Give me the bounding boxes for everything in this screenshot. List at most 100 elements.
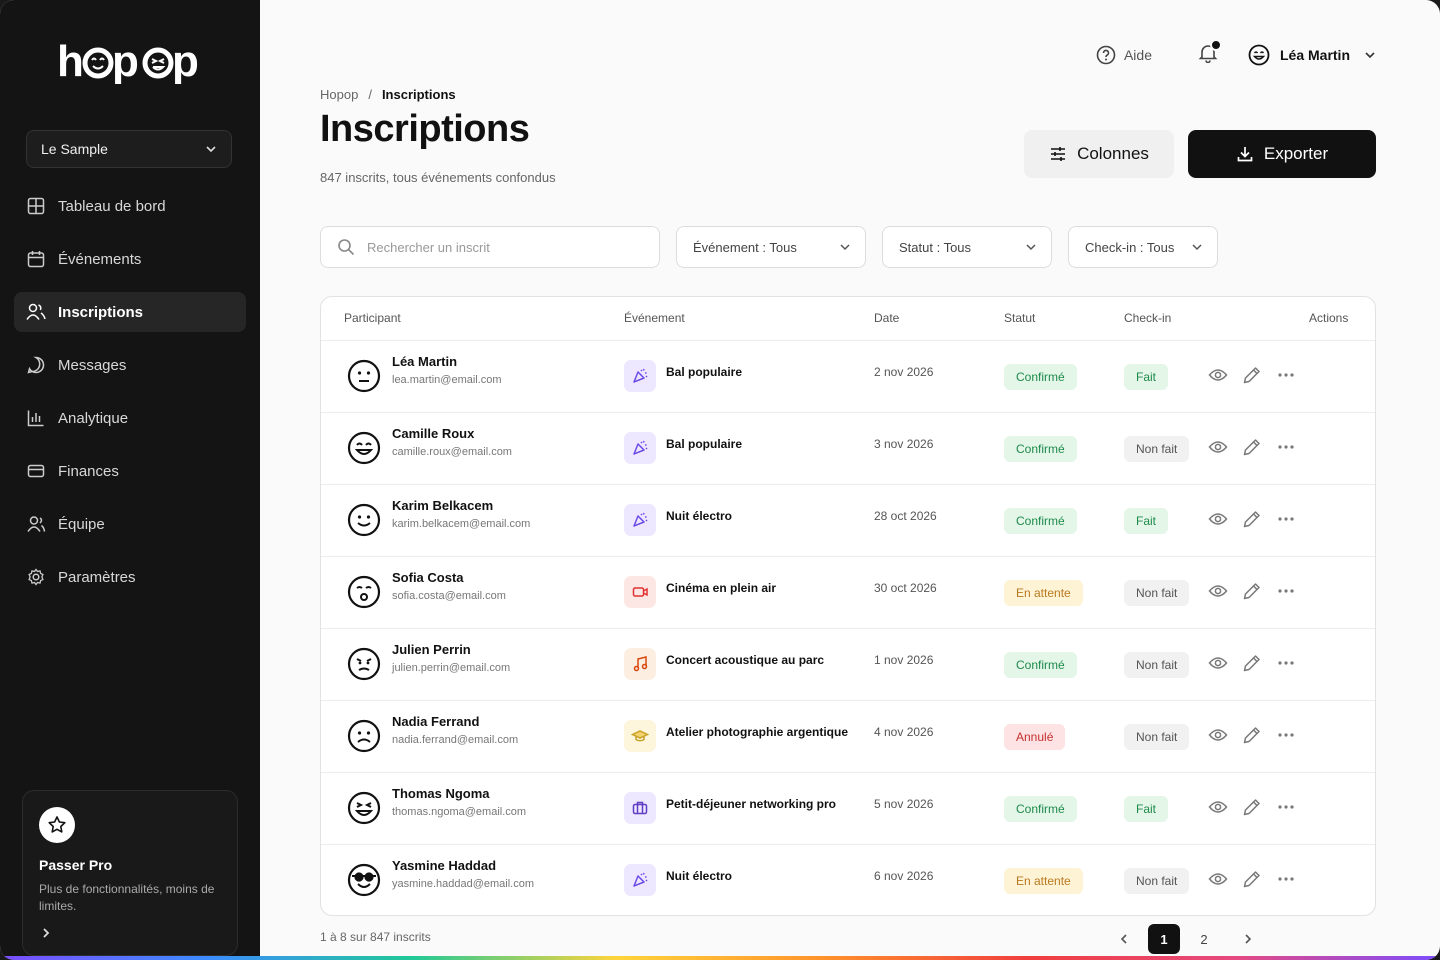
checkin-badge[interactable]: Non fait — [1124, 436, 1190, 462]
edit-pencil-icon[interactable] — [1242, 509, 1262, 529]
event-filter-select[interactable]: Événement : Tous — [676, 226, 866, 268]
column-header-event[interactable]: Événement — [624, 311, 685, 325]
event-name[interactable]: Atelier photographie argentique — [666, 725, 848, 739]
checkin-badge[interactable]: Non fait — [1124, 652, 1190, 678]
edit-pencil-icon[interactable] — [1242, 653, 1262, 673]
checkin-badge[interactable]: Fait — [1124, 796, 1169, 822]
checkin-badge[interactable]: Fait — [1124, 508, 1169, 534]
view-eye-icon[interactable] — [1208, 725, 1228, 745]
participant-name[interactable]: Nadia Ferrand — [392, 714, 479, 729]
registration-date: 2 nov 2026 — [874, 365, 934, 379]
chevron-left-icon — [1120, 934, 1127, 944]
view-eye-icon[interactable] — [1208, 653, 1228, 673]
sidebar-item-parametres[interactable]: Paramètres — [14, 557, 246, 597]
chevron-down-icon — [840, 244, 850, 251]
next-page-button[interactable] — [1236, 924, 1260, 954]
edit-pencil-icon[interactable] — [1242, 797, 1262, 817]
page-button-1[interactable]: 1 — [1148, 924, 1180, 954]
view-eye-icon[interactable] — [1208, 581, 1228, 601]
upgrade-promo-card[interactable]: Passer Pro Plus de fonctionnalités, moin… — [22, 790, 238, 956]
edit-pencil-icon[interactable] — [1242, 365, 1262, 385]
edit-pencil-icon[interactable] — [1242, 869, 1262, 889]
rainbow-bottom-bar — [0, 956, 1440, 960]
checkin-filter-select[interactable]: Check-in : Tous — [1068, 226, 1218, 268]
more-options-icon[interactable] — [1276, 437, 1296, 457]
sidebar-item-tableau-de-bord[interactable]: Tableau de bord — [14, 186, 246, 226]
view-eye-icon[interactable] — [1208, 509, 1228, 529]
event-name[interactable]: Cinéma en plein air — [666, 581, 776, 595]
edit-pencil-icon[interactable] — [1242, 581, 1262, 601]
more-options-icon[interactable] — [1276, 653, 1296, 673]
notification-dot — [1209, 38, 1222, 51]
status-filter-select[interactable]: Statut : Tous — [882, 226, 1052, 268]
view-eye-icon[interactable] — [1208, 869, 1228, 889]
participant-name[interactable]: Léa Martin — [392, 354, 457, 369]
table-row[interactable]: Nadia Ferrand nadia.ferrand@email.com Atel… — [321, 701, 1375, 773]
search-input[interactable] — [367, 239, 627, 255]
table-row[interactable]: Camille Roux camille.roux@email.com Bal po… — [321, 413, 1375, 485]
view-eye-icon[interactable] — [1208, 437, 1228, 457]
checkin-badge[interactable]: Non fait — [1124, 724, 1190, 750]
event-name[interactable]: Nuit électro — [666, 509, 732, 523]
table-row[interactable]: Karim Belkacem karim.belkacem@email.com Nu… — [321, 485, 1375, 557]
sidebar-item-equipe[interactable]: Équipe — [14, 504, 246, 544]
svg-text:p: p — [172, 38, 198, 84]
checkin-badge[interactable]: Non fait — [1124, 580, 1190, 606]
hopop-logo[interactable]: h p p — [57, 38, 205, 84]
table-row[interactable]: Sofia Costa sofia.costa@email.com Cinéma e… — [321, 557, 1375, 629]
notifications-button[interactable] — [1198, 38, 1222, 68]
participant-name[interactable]: Julien Perrin — [392, 642, 471, 657]
status-badge: Annulé — [1004, 724, 1066, 750]
column-header-date[interactable]: Date — [874, 311, 899, 325]
sidebar-item-messages[interactable]: Messages — [14, 345, 246, 385]
more-options-icon[interactable] — [1276, 365, 1296, 385]
participant-name[interactable]: Karim Belkacem — [392, 498, 493, 513]
column-header-checkin[interactable]: Check-in — [1124, 311, 1171, 325]
columns-button[interactable]: Colonnes — [1024, 130, 1174, 178]
sidebar-item-label: Tableau de bord — [58, 197, 166, 215]
sidebar-item-evenements[interactable]: Événements — [14, 239, 246, 279]
view-eye-icon[interactable] — [1208, 797, 1228, 817]
more-options-icon[interactable] — [1276, 725, 1296, 745]
breadcrumb-root[interactable]: Hopop — [320, 87, 358, 102]
previous-page-button[interactable] — [1112, 924, 1136, 954]
more-options-icon[interactable] — [1276, 869, 1296, 889]
checkin-badge[interactable]: Fait — [1124, 364, 1169, 390]
sidebar-item-finances[interactable]: Finances — [14, 451, 246, 491]
table-row[interactable]: Julien Perrin julien.perrin@email.com Conc… — [321, 629, 1375, 701]
participant-email: camille.roux@email.com — [392, 446, 512, 458]
edit-pencil-icon[interactable] — [1242, 725, 1262, 745]
more-options-icon[interactable] — [1276, 509, 1296, 529]
participant-email: thomas.ngoma@email.com — [392, 806, 527, 818]
checkin-badge[interactable]: Non fait — [1124, 868, 1190, 894]
more-options-icon[interactable] — [1276, 797, 1296, 817]
participant-name[interactable]: Sofia Costa — [392, 570, 464, 585]
event-name[interactable]: Bal populaire — [666, 365, 742, 379]
column-header-status[interactable]: Statut — [1004, 311, 1035, 325]
help-label: Aide — [1123, 47, 1152, 63]
event-name[interactable]: Bal populaire — [666, 437, 742, 451]
event-name[interactable]: Concert acoustique au parc — [666, 653, 824, 667]
user-menu[interactable]: Léa Martin — [1248, 44, 1376, 66]
help-icon — [1096, 45, 1116, 65]
participant-name[interactable]: Thomas Ngoma — [392, 786, 490, 801]
page-button-2[interactable]: 2 — [1188, 924, 1220, 954]
column-header-participant[interactable]: Participant — [344, 311, 401, 325]
edit-pencil-icon[interactable] — [1242, 437, 1262, 457]
table-row[interactable]: Léa Martin lea.martin@email.com Bal popula… — [321, 341, 1375, 413]
table-row[interactable]: Thomas Ngoma thomas.ngoma@email.com Petit-… — [321, 773, 1375, 845]
sidebar-item-analytique[interactable]: Analytique — [14, 398, 246, 438]
event-name[interactable]: Petit-déjeuner networking pro — [666, 797, 836, 811]
view-eye-icon[interactable] — [1208, 365, 1228, 385]
help-link[interactable]: Aide — [1096, 45, 1152, 65]
event-name[interactable]: Nuit électro — [666, 869, 732, 883]
export-button[interactable]: Exporter — [1188, 130, 1376, 178]
chevron-right-icon[interactable] — [39, 926, 53, 945]
sidebar-item-inscriptions[interactable]: Inscriptions — [14, 292, 246, 332]
org-select[interactable]: Le Sample — [26, 130, 232, 168]
table-row[interactable]: Yasmine Haddad yasmine.haddad@email.com Nu… — [321, 845, 1375, 915]
participant-name[interactable]: Yasmine Haddad — [392, 858, 496, 873]
more-options-icon[interactable] — [1276, 581, 1296, 601]
participant-name[interactable]: Camille Roux — [392, 426, 474, 441]
status-badge: En attente — [1004, 868, 1083, 894]
